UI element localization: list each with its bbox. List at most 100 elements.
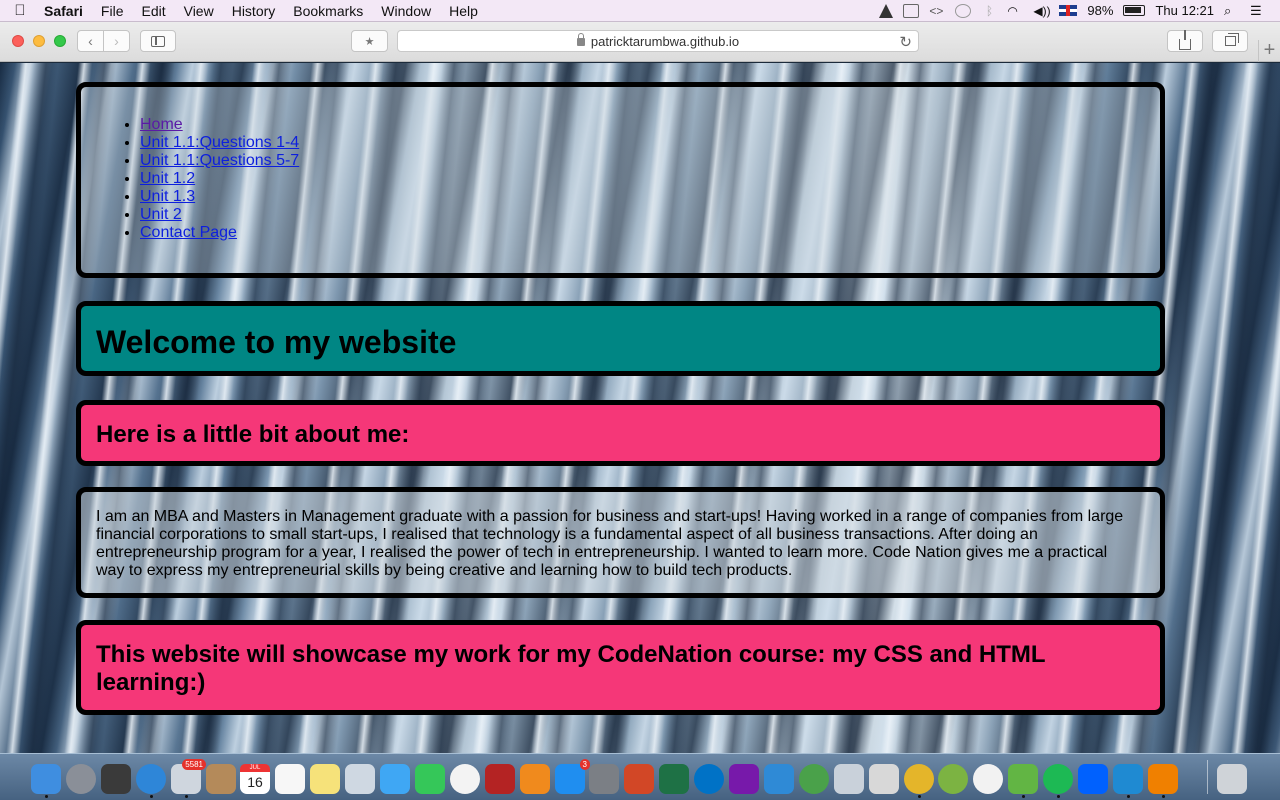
itunes-icon[interactable]	[973, 764, 1003, 794]
dropbox-icon[interactable]	[1078, 764, 1108, 794]
messages-icon[interactable]	[380, 764, 410, 794]
page-title: Welcome to my website	[96, 324, 457, 360]
back-button[interactable]: ‹	[77, 30, 104, 52]
excel-icon[interactable]	[659, 764, 689, 794]
running-indicator	[918, 795, 921, 798]
chevron-left-icon: ‹	[88, 33, 93, 49]
reminders-icon[interactable]	[275, 764, 305, 794]
menu-history[interactable]: History	[223, 3, 285, 19]
solution-icon[interactable]	[869, 764, 899, 794]
vlc-tray-icon[interactable]	[879, 3, 894, 18]
nav-link-unit-1-2[interactable]: Unit 1.2	[140, 170, 195, 187]
vlc-icon[interactable]	[1148, 764, 1178, 794]
nav-item: Unit 1.3	[140, 188, 1160, 206]
trash-icon[interactable]	[1217, 764, 1247, 794]
bio-text: I am an MBA and Masters in Management gr…	[96, 508, 1124, 579]
powerpoint-icon[interactable]	[624, 764, 654, 794]
nav-link-unit-1-1-questions-5-7[interactable]: Unit 1.1:Questions 5-7	[140, 152, 299, 169]
notification-center-icon[interactable]: ☰	[1250, 3, 1266, 18]
time-machine-icon[interactable]	[955, 3, 972, 18]
nav-item: Unit 1.2	[140, 170, 1160, 188]
volume-icon[interactable]: ◀))	[1033, 4, 1050, 18]
nav-item: Unit 2	[140, 206, 1160, 224]
calendar-day: 16	[247, 774, 263, 790]
reload-icon[interactable]: ↻	[899, 33, 912, 51]
running-indicator	[185, 795, 188, 798]
fullscreen-window-button[interactable]	[54, 35, 66, 47]
notes-icon[interactable]	[310, 764, 340, 794]
calendar-month: JUL	[240, 764, 270, 772]
nav-list: HomeUnit 1.1:Questions 1-4Unit 1.1:Quest…	[102, 116, 1160, 242]
preview-icon[interactable]	[345, 764, 375, 794]
clock[interactable]: Thu 12:21	[1155, 3, 1214, 18]
site-navigation: HomeUnit 1.1:Questions 1-4Unit 1.1:Quest…	[76, 82, 1165, 278]
apple-menu-icon[interactable]: 	[0, 2, 40, 19]
mail-icon[interactable]: 5581	[171, 759, 206, 794]
nav-link-contact-page[interactable]: Contact Page	[140, 224, 237, 241]
showcase-heading: This website will showcase my work for m…	[96, 641, 1046, 696]
network-icon[interactable]	[799, 764, 829, 794]
menu-edit[interactable]: Edit	[132, 3, 174, 19]
menu-safari[interactable]: Safari	[40, 3, 92, 19]
safari-icon[interactable]	[136, 764, 166, 794]
qgis-icon[interactable]	[938, 764, 968, 794]
nav-link-home[interactable]: Home	[140, 116, 183, 133]
dropbox-tray-icon[interactable]	[903, 3, 920, 18]
nav-link-unit-1-3[interactable]: Unit 1.3	[140, 188, 195, 205]
nav-item: Home	[140, 116, 1160, 134]
satellite-icon[interactable]	[834, 764, 864, 794]
menu-bar:  Safari File Edit View History Bookmark…	[0, 0, 1280, 22]
lync-icon[interactable]	[764, 764, 794, 794]
running-indicator	[1162, 795, 1165, 798]
utorrent-icon[interactable]	[1008, 764, 1038, 794]
address-bar[interactable]: patricktarumbwa.github.io ↻	[397, 30, 919, 52]
ibooks-icon[interactable]	[520, 764, 550, 794]
nav-link-unit-2[interactable]: Unit 2	[140, 206, 182, 223]
bio-section: I am an MBA and Masters in Management gr…	[76, 487, 1165, 598]
page-viewport[interactable]: HomeUnit 1.1:Questions 1-4Unit 1.1:Quest…	[0, 63, 1280, 753]
bluetooth-icon[interactable]: ᛒ	[981, 4, 997, 18]
chrome-icon[interactable]	[904, 764, 934, 794]
tab-overview-button[interactable]	[1212, 30, 1248, 52]
minimize-window-button[interactable]	[33, 35, 45, 47]
dock-separator	[1207, 760, 1208, 794]
welcome-section: Welcome to my website	[76, 301, 1165, 376]
spotify-icon[interactable]	[1043, 764, 1073, 794]
close-window-button[interactable]	[12, 35, 24, 47]
running-indicator	[1057, 795, 1060, 798]
running-indicator	[45, 795, 48, 798]
spotlight-search-icon[interactable]: ⌕	[1224, 3, 1240, 18]
code-tray-icon[interactable]: <>	[929, 4, 945, 18]
calendar-icon[interactable]: JUL 16	[240, 764, 270, 794]
onenote-icon[interactable]	[729, 764, 759, 794]
photos-icon[interactable]	[450, 764, 480, 794]
favorites-button[interactable]: ★	[351, 30, 388, 52]
battery-icon[interactable]	[1123, 5, 1146, 16]
new-tab-button[interactable]: +	[1258, 40, 1280, 62]
share-button[interactable]	[1167, 29, 1203, 52]
launchpad-icon[interactable]	[66, 764, 96, 794]
outlook-icon[interactable]	[694, 764, 724, 794]
battery-percentage: 98%	[1087, 3, 1114, 18]
menu-bookmarks[interactable]: Bookmarks	[284, 3, 372, 19]
input-source-flag-icon[interactable]	[1059, 5, 1078, 16]
vscode-icon[interactable]	[1113, 764, 1143, 794]
nav-link-unit-1-1-questions-1-4[interactable]: Unit 1.1:Questions 1-4	[140, 134, 299, 151]
facetime-icon[interactable]	[415, 764, 445, 794]
menu-help[interactable]: Help	[440, 3, 487, 19]
mission-control-icon[interactable]	[101, 764, 131, 794]
running-indicator	[1022, 795, 1025, 798]
system-preferences-icon[interactable]	[589, 764, 619, 794]
menu-file[interactable]: File	[92, 3, 133, 19]
app-store-icon[interactable]: 3	[555, 759, 590, 794]
wifi-icon[interactable]: ◠	[1007, 4, 1023, 18]
forward-button[interactable]: ›	[103, 30, 130, 52]
menu-view[interactable]: View	[175, 3, 223, 19]
show-sidebar-button[interactable]	[140, 30, 176, 52]
contacts-icon[interactable]	[206, 764, 236, 794]
photo-booth-icon[interactable]	[485, 764, 515, 794]
menu-window[interactable]: Window	[372, 3, 440, 19]
sidebar-icon	[151, 35, 165, 47]
star-icon: ★	[364, 35, 375, 48]
finder-icon[interactable]	[31, 764, 61, 794]
